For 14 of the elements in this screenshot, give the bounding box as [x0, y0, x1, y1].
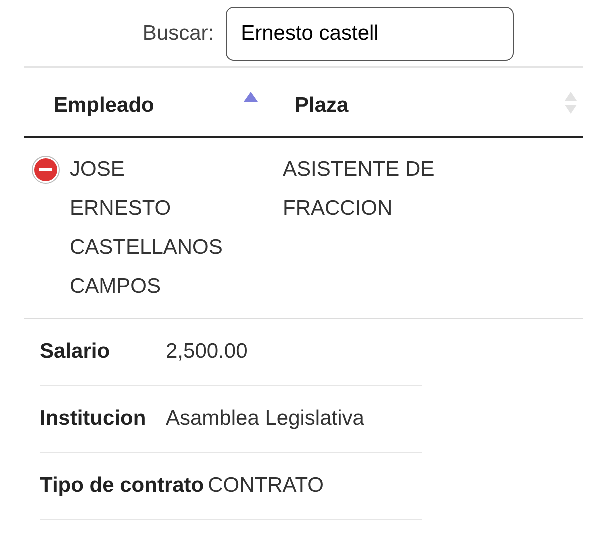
detail-label: Tipo de contrato	[40, 473, 206, 500]
detail-label: Salario	[40, 339, 112, 366]
detail-value: CONTRATO	[208, 473, 324, 500]
column-header[interactable]: Plaza	[270, 68, 583, 136]
search-field[interactable]: Ernesto castell	[226, 6, 514, 60]
detail-value: 2,500.00	[166, 339, 248, 366]
collapse-icon[interactable]	[32, 156, 60, 184]
search-label: Buscar:	[142, 20, 214, 47]
detail-label: Institucion	[40, 406, 148, 432]
table-cell-text: ASISTENTE DE FRACCION	[282, 157, 436, 222]
sort-ascending-icon[interactable]	[244, 92, 258, 102]
table-cell-text: JOSE ERNESTO CASTELLANOS CAMPOS	[70, 157, 224, 300]
column-header[interactable]: Empleado	[24, 68, 270, 136]
detail-value: Asamblea Legislativa	[166, 406, 364, 432]
